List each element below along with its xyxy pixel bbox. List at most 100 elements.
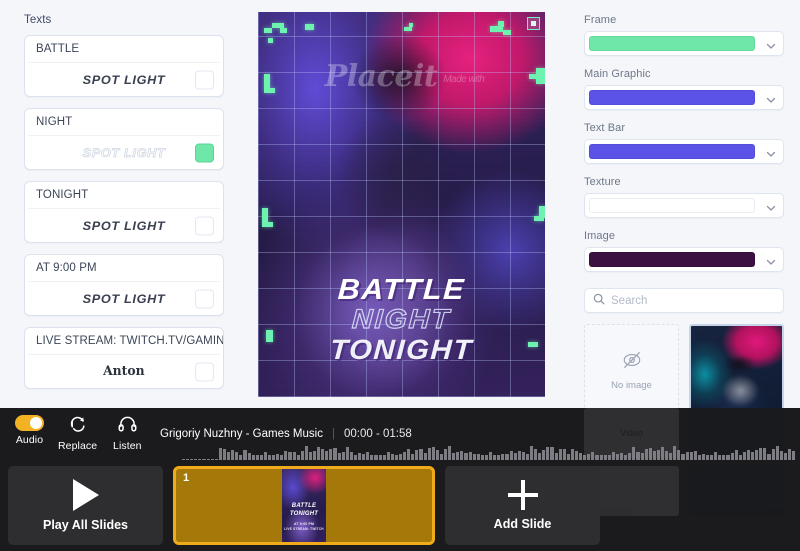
- canvas-text-group: BATTLE NIGHT TONIGHT: [258, 274, 545, 366]
- search-input[interactable]: [611, 294, 775, 307]
- slides-strip: Play All Slides 1 BATTLE TONIGHT AT 9:00…: [0, 460, 800, 551]
- text-font-row-0[interactable]: SPOT LIGHT: [25, 63, 223, 96]
- select-main-graphic[interactable]: [584, 85, 784, 110]
- waveform-bar: [759, 448, 763, 460]
- waveform-bar: [452, 453, 456, 460]
- play-icon: [72, 479, 99, 511]
- waveform-bar: [730, 453, 734, 460]
- canvas-text-line-3[interactable]: TONIGHT: [258, 334, 545, 366]
- waveform-bar: [775, 446, 779, 460]
- color-swatch-2[interactable]: [195, 216, 214, 235]
- replace-track-button[interactable]: Replace: [58, 415, 97, 452]
- waveform-bar: [538, 453, 542, 460]
- canvas-text-line-1[interactable]: BATTLE: [258, 274, 545, 307]
- color-swatch-4[interactable]: [195, 362, 214, 381]
- waveform-bar: [427, 447, 431, 460]
- canvas-text-line-2[interactable]: NIGHT: [258, 303, 545, 335]
- waveform-bar: [521, 451, 525, 460]
- pixel-decoration: [264, 74, 270, 88]
- label-main-graphic: Main Graphic: [584, 68, 651, 80]
- color-swatch-1[interactable]: [195, 143, 214, 162]
- design-canvas[interactable]: Placeit Made with BATTLE NIGHT TONIGHT: [258, 12, 545, 397]
- text-card-4[interactable]: LIVE STREAM: TWITCH.TV/GAMINGCH Anton: [24, 327, 224, 389]
- waveform-bar: [742, 451, 746, 460]
- slide-item-1[interactable]: 1 BATTLE TONIGHT AT 9:00 PM LIVE STREAM:…: [173, 466, 435, 545]
- waveform-bar: [329, 448, 333, 460]
- text-value-0[interactable]: BATTLE: [25, 36, 223, 62]
- chevron-down-icon[interactable]: [766, 95, 776, 103]
- pixel-decoration: [539, 206, 545, 218]
- audio-waveform[interactable]: [182, 446, 796, 460]
- chevron-down-icon[interactable]: [766, 41, 776, 49]
- text-value-1[interactable]: NIGHT: [25, 109, 223, 135]
- waveform-bar: [386, 451, 390, 460]
- audio-toggle-control[interactable]: Audio: [15, 415, 44, 446]
- font-name-4[interactable]: Anton: [103, 364, 144, 379]
- font-name-3[interactable]: SPOT LIGHT: [83, 292, 166, 306]
- text-value-3[interactable]: AT 9:00 PM: [25, 255, 223, 281]
- search-icon: [593, 292, 605, 310]
- waveform-bar: [349, 452, 353, 460]
- thumbnail-photo-selected[interactable]: [689, 324, 784, 416]
- selection-handle-icon[interactable]: [527, 17, 540, 30]
- headphones-icon: [118, 415, 137, 437]
- replace-icon: [69, 415, 87, 437]
- waveform-bar: [693, 450, 697, 460]
- text-value-2[interactable]: TONIGHT: [25, 182, 223, 208]
- waveform-bar: [620, 453, 624, 460]
- pixel-decoration: [264, 28, 272, 33]
- canvas-preview[interactable]: Placeit Made with BATTLE NIGHT TONIGHT: [258, 12, 545, 397]
- text-card-2[interactable]: TONIGHT SPOT LIGHT: [24, 181, 224, 243]
- waveform-bar: [558, 448, 562, 460]
- waveform-bar: [341, 452, 345, 460]
- waveform-bar: [632, 447, 636, 460]
- text-card-3[interactable]: AT 9:00 PM SPOT LIGHT: [24, 254, 224, 316]
- text-font-row-4[interactable]: Anton: [25, 355, 223, 388]
- waveform-bar: [358, 453, 362, 460]
- pixel-decoration: [498, 21, 504, 27]
- font-name-2[interactable]: SPOT LIGHT: [83, 219, 166, 233]
- add-slide-label: Add Slide: [493, 517, 552, 531]
- waveform-bar: [464, 452, 468, 460]
- texts-panel-title: Texts: [24, 14, 52, 26]
- waveform-bar: [288, 452, 292, 460]
- select-text-bar[interactable]: [584, 139, 784, 164]
- thumbnail-no-image[interactable]: No image: [584, 324, 679, 416]
- waveform-bar: [222, 449, 227, 460]
- waveform-bar: [456, 452, 460, 460]
- slide-number: 1: [183, 472, 190, 484]
- chevron-down-icon[interactable]: [766, 149, 776, 157]
- search-box[interactable]: [584, 288, 784, 313]
- font-name-0[interactable]: SPOT LIGHT: [83, 73, 166, 87]
- pixel-decoration: [536, 68, 545, 84]
- font-name-1[interactable]: SPOT LIGHT: [82, 145, 166, 160]
- color-swatch-0[interactable]: [195, 70, 214, 89]
- waveform-bar: [317, 447, 321, 460]
- color-swatch-3[interactable]: [195, 289, 214, 308]
- select-frame[interactable]: [584, 31, 784, 56]
- select-texture[interactable]: [584, 193, 784, 218]
- text-font-row-2[interactable]: SPOT LIGHT: [25, 209, 223, 242]
- add-slide-button[interactable]: Add Slide: [445, 466, 600, 545]
- thumbnail-subject: [714, 355, 764, 414]
- waveform-bar: [763, 448, 767, 460]
- text-font-row-3[interactable]: SPOT LIGHT: [25, 282, 223, 315]
- select-image[interactable]: [584, 247, 784, 272]
- play-all-slides-button[interactable]: Play All Slides: [8, 466, 163, 545]
- label-frame: Frame: [584, 14, 617, 26]
- chevron-down-icon[interactable]: [766, 257, 776, 265]
- text-card-0[interactable]: BATTLE SPOT LIGHT: [24, 35, 224, 97]
- text-value-4[interactable]: LIVE STREAM: TWITCH.TV/GAMINGCH: [25, 328, 223, 354]
- color-preview-main-graphic: [589, 90, 755, 105]
- waveform-bar: [746, 449, 751, 460]
- waveform-bar: [231, 449, 235, 460]
- audio-toggle-switch[interactable]: [15, 415, 44, 431]
- waveform-bar: [333, 448, 337, 460]
- properties-panel: Frame Main Graphic Text Bar Texture Imag…: [560, 0, 800, 416]
- listen-button[interactable]: Listen: [113, 415, 142, 452]
- chevron-down-icon[interactable]: [766, 203, 776, 211]
- plus-icon: [507, 480, 538, 510]
- text-font-row-1[interactable]: SPOT LIGHT: [25, 136, 223, 169]
- text-card-1[interactable]: NIGHT SPOT LIGHT: [24, 108, 224, 170]
- waveform-bar: [791, 450, 796, 460]
